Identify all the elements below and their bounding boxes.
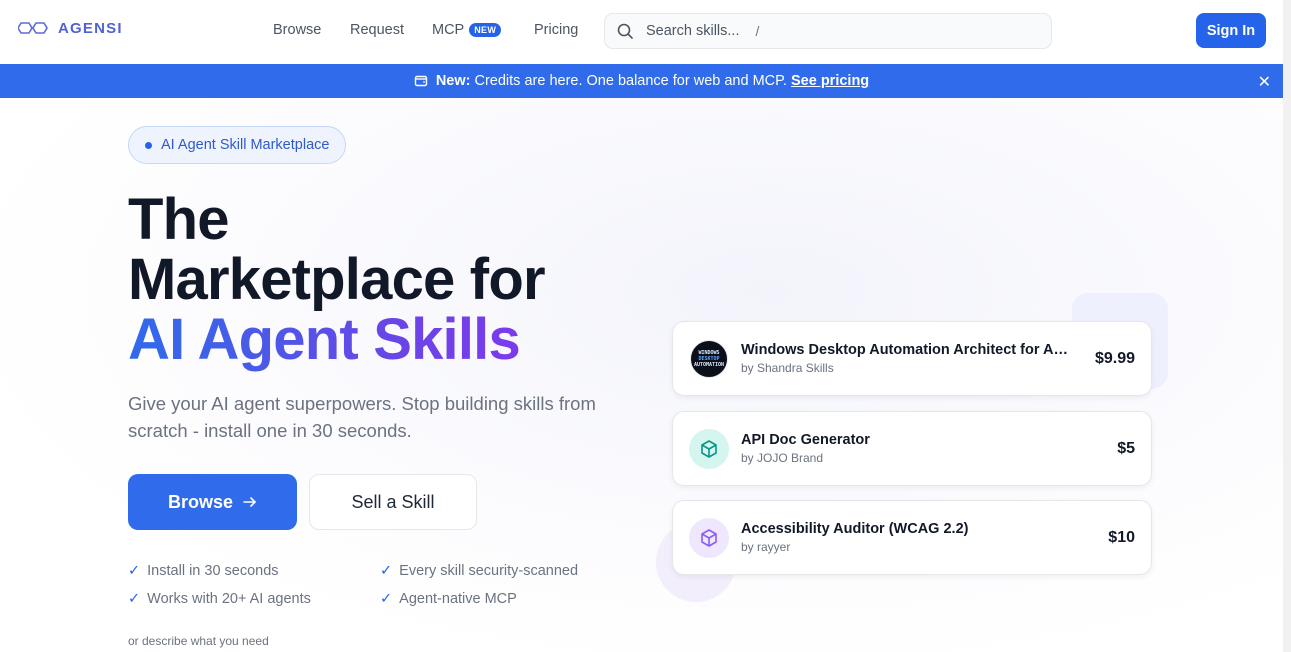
banner-lead: New: [435,73,471,89]
skill-price: $9.99 [1094,349,1135,367]
thumb-text: AUTOMATION [693,361,725,368]
announcement-banner: New: Credits are here. One balance for w… [0,64,1283,98]
marketplace-pill: AI Agent Skill Marketplace [128,126,347,164]
hero-title-line3: AI Agent Skills [128,307,521,372]
search-shortcut: / [755,23,760,39]
feature-label: Install in 30 seconds [147,563,279,579]
skill-title: Windows Desktop Automation Architect for… [741,342,1071,358]
hero-title: The Marketplace for AI Agent Skills [128,187,546,372]
feature-item: ✓ Every skill security-scanned [380,563,578,579]
hero-title-line2: Marketplace for [128,247,546,312]
feature-label: Works with 20+ AI agents [147,591,311,607]
nav-pricing[interactable]: Pricing [534,22,578,38]
feature-label: Every skill security-scanned [399,563,579,579]
skill-card[interactable]: WINDOWS DESKTOP AUTOMATION Windows Deskt… [672,321,1152,396]
banner-text: Credits are here. One balance for web an… [474,73,787,89]
nav-mcp-label: MCP [432,22,465,38]
close-icon[interactable]: ✕ [1258,72,1271,92]
pill-dot [145,141,152,149]
check-icon: ✓ [380,591,393,607]
pill-label: AI Agent Skill Marketplace [161,137,330,153]
search-icon [617,23,633,39]
scrollbar[interactable] [1283,0,1291,652]
skill-author: by rayyer [741,540,791,554]
feature-item: ✓ Agent-native MCP [380,591,517,607]
sell-skill-button[interactable]: Sell a Skill [309,474,477,530]
feature-item: ✓ Works with 20+ AI agents [128,591,311,607]
describe-prompt: or describe what you need [128,634,269,648]
wallet-icon [414,75,428,87]
logo-icon [18,22,48,34]
arrow-right-icon [243,497,256,507]
skill-thumbnail: WINDOWS DESKTOP AUTOMATION [689,339,729,379]
hero-subtitle: Give your AI agent superpowers. Stop bui… [128,393,596,441]
skill-price: $5 [1117,439,1135,457]
browse-button-label: Browse [167,491,234,512]
search-input[interactable]: Search skills... / [604,13,1052,49]
feature-label: Agent-native MCP [399,591,517,607]
check-icon: ✓ [128,563,141,579]
brand-logo[interactable]: AGENSI [18,19,123,37]
sign-in-button[interactable]: Sign In [1196,13,1266,48]
new-badge: NEW [469,23,502,37]
skill-card[interactable]: API Doc Generator by JOJO Brand $5 [672,411,1152,486]
see-pricing-link[interactable]: See pricing [791,73,869,89]
nav-request[interactable]: Request [350,22,404,38]
search-placeholder: Search skills... [646,23,740,39]
skill-price: $10 [1108,528,1135,546]
site-header: AGENSI Browse Request MCP NEW Pricing Se… [0,0,1283,64]
brand-name: AGENSI [58,19,123,37]
browse-button[interactable]: Browse [128,474,297,530]
cube-icon [689,517,729,558]
skill-author: by JOJO Brand [741,451,824,465]
feature-item: ✓ Install in 30 seconds [128,563,279,579]
nav-mcp[interactable]: MCP NEW [432,22,502,38]
skill-card[interactable]: Accessibility Auditor (WCAG 2.2) by rayy… [672,500,1152,575]
check-icon: ✓ [380,563,393,579]
skill-title: API Doc Generator [741,432,870,448]
hero-title-line1: The [128,187,230,252]
nav-browse[interactable]: Browse [273,22,321,38]
skill-title: Accessibility Auditor (WCAG 2.2) [741,521,969,537]
skill-author: by Shandra Skills [741,361,834,375]
check-icon: ✓ [128,591,141,607]
cube-icon [689,428,729,469]
